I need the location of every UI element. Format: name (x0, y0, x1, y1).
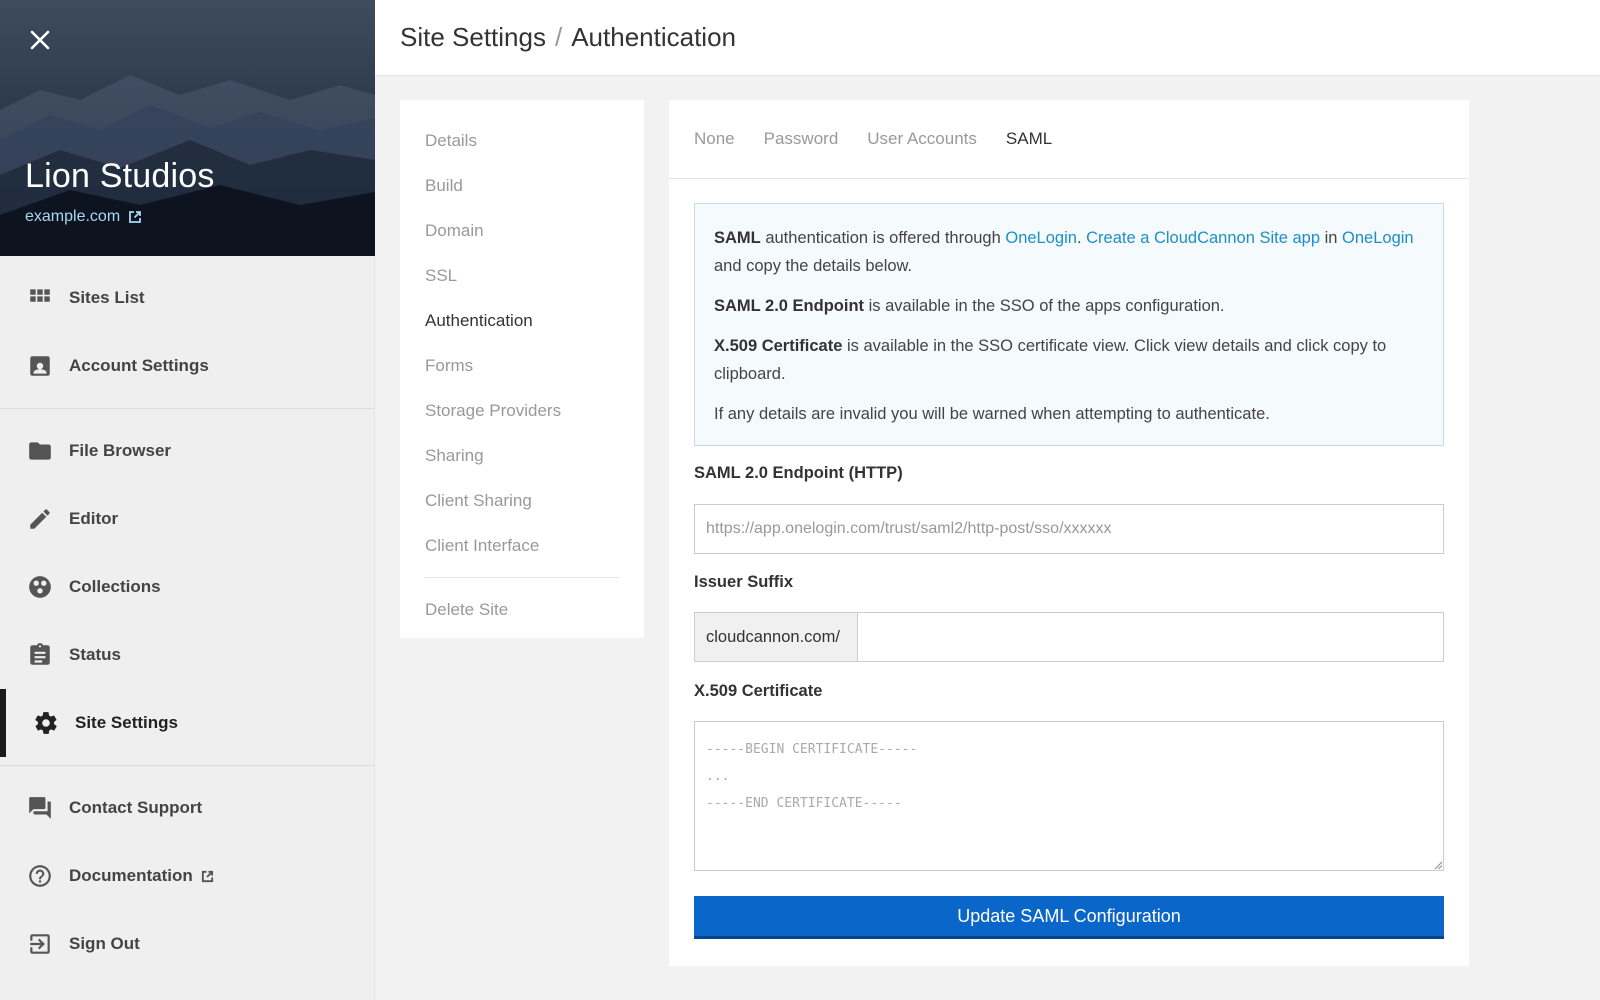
info-text: is available in the SSO of the apps conf… (864, 297, 1225, 315)
info-text: . (1076, 229, 1087, 247)
nav-group-help: Contact Support Documentation Sign Out (0, 766, 374, 986)
nav-label: Status (69, 645, 121, 664)
folder-icon (27, 438, 53, 464)
nav-item-file-browser[interactable]: File Browser (0, 417, 374, 485)
settings-menu-divider (425, 577, 619, 578)
sign-out-icon (27, 931, 53, 957)
site-header-hero: Lion Studios example.com (0, 0, 375, 256)
info-bold: X.509 Certificate (714, 337, 843, 355)
nav-item-documentation[interactable]: Documentation (0, 842, 374, 910)
nav-item-site-settings[interactable]: Site Settings (0, 689, 374, 757)
settings-menu-item-delete-site[interactable]: Delete Site (425, 587, 644, 632)
tab-saml[interactable]: SAML (1006, 129, 1052, 149)
certificate-label: X.509 Certificate (694, 682, 823, 700)
gear-icon (33, 710, 59, 736)
nav-label: File Browser (69, 441, 172, 460)
nav-label: Contact Support (69, 798, 203, 817)
page-title: Authentication (571, 22, 737, 52)
account-box-icon (27, 353, 53, 379)
settings-menu-item-ssl[interactable]: SSL (425, 253, 644, 298)
onelogin-link[interactable]: OneLogin (1342, 229, 1414, 247)
breadcrumb-section[interactable]: Site Settings (400, 22, 546, 53)
external-link-icon (129, 211, 142, 223)
nav-item-collections[interactable]: Collections (0, 553, 374, 621)
settings-menu-item-build[interactable]: Build (425, 163, 644, 208)
breadcrumb-separator: / (554, 22, 563, 52)
collections-icon (27, 574, 53, 600)
nav-item-account-settings[interactable]: Account Settings (0, 332, 374, 400)
nav-item-sign-out[interactable]: Sign Out (0, 910, 374, 978)
info-bold: SAML 2.0 Endpoint (714, 297, 865, 315)
site-url-link[interactable]: example.com (25, 208, 142, 226)
nav-label: Documentation (69, 866, 193, 885)
chat-icon (27, 795, 53, 821)
certificate-textarea[interactable]: -----BEGIN CERTIFICATE----- ... -----END… (694, 721, 1444, 871)
update-saml-button[interactable]: Update SAML Configuration (694, 896, 1444, 939)
nav-item-sites-list[interactable]: Sites List (0, 264, 374, 332)
nav-label: Sign Out (69, 934, 140, 953)
nav-label: Collections (69, 577, 161, 596)
resize-handle-icon[interactable] (1434, 861, 1443, 870)
external-link-icon (201, 870, 213, 882)
pencil-icon (27, 506, 53, 532)
saml-info-box: SAML authentication is offered through O… (694, 203, 1444, 446)
nav-item-editor[interactable]: Editor (0, 485, 374, 553)
auth-method-tabs: None Password User Accounts SAML (669, 100, 1469, 179)
info-text: authentication is offered through (760, 229, 1006, 247)
onelogin-link[interactable]: OneLogin (1005, 229, 1077, 247)
sidebar: Lion Studios example.com Sites List Acco… (0, 0, 375, 1000)
settings-menu: Details Build Domain SSL Authentication … (400, 100, 644, 638)
tab-user-accounts[interactable]: User Accounts (867, 129, 977, 149)
authentication-panel: None Password User Accounts SAML SAML au… (669, 100, 1469, 966)
nav-label: Sites List (69, 288, 145, 307)
issuer-suffix-field: cloudcannon.com/ (694, 612, 1444, 662)
info-paragraph: SAML 2.0 Endpoint is available in the SS… (714, 292, 1424, 320)
nav-item-contact-support[interactable]: Contact Support (0, 774, 374, 842)
endpoint-label: SAML 2.0 Endpoint (HTTP) (694, 464, 903, 482)
close-icon (30, 30, 50, 50)
info-text: and copy the details below. (714, 257, 913, 275)
settings-menu-item-client-interface[interactable]: Client Interface (425, 523, 644, 568)
info-paragraph: SAML authentication is offered through O… (714, 224, 1424, 280)
nav-label: Site Settings (75, 713, 178, 732)
nav-label: Account Settings (69, 356, 209, 375)
nav-item-status[interactable]: Status (0, 621, 374, 689)
settings-menu-item-storage-providers[interactable]: Storage Providers (425, 388, 644, 433)
settings-menu-item-sharing[interactable]: Sharing (425, 433, 644, 478)
info-paragraph: If any details are invalid you will be w… (714, 405, 1270, 423)
info-text: in (1320, 229, 1343, 247)
nav-group-account: Sites List Account Settings (0, 256, 374, 409)
settings-menu-item-client-sharing[interactable]: Client Sharing (425, 478, 644, 523)
nav-group-site: File Browser Editor Collections Status S… (0, 409, 374, 766)
settings-menu-item-forms[interactable]: Forms (425, 343, 644, 388)
close-sidebar-button[interactable] (26, 26, 54, 54)
tab-none[interactable]: None (694, 129, 735, 149)
site-url-text: example.com (25, 208, 121, 225)
clipboard-icon (27, 642, 53, 668)
grid-icon (27, 285, 53, 311)
settings-menu-item-authentication[interactable]: Authentication (425, 298, 644, 343)
page-header: Site Settings / Authentication (375, 0, 1600, 76)
settings-menu-item-domain[interactable]: Domain (425, 208, 644, 253)
create-site-app-link[interactable]: Create a CloudCannon Site app (1086, 229, 1320, 247)
tab-password[interactable]: Password (764, 129, 839, 149)
info-bold: SAML (714, 229, 761, 247)
issuer-suffix-prefix: cloudcannon.com/ (695, 613, 858, 661)
info-paragraph: X.509 Certificate is available in the SS… (714, 332, 1424, 388)
help-circle-icon (27, 863, 53, 889)
issuer-suffix-input[interactable] (858, 613, 1443, 661)
saml-endpoint-input[interactable]: https://app.onelogin.com/trust/saml2/htt… (694, 504, 1444, 554)
site-name: Lion Studios (25, 157, 215, 195)
nav-label: Editor (69, 509, 119, 528)
issuer-suffix-label: Issuer Suffix (694, 573, 794, 591)
settings-menu-item-details[interactable]: Details (425, 118, 644, 163)
